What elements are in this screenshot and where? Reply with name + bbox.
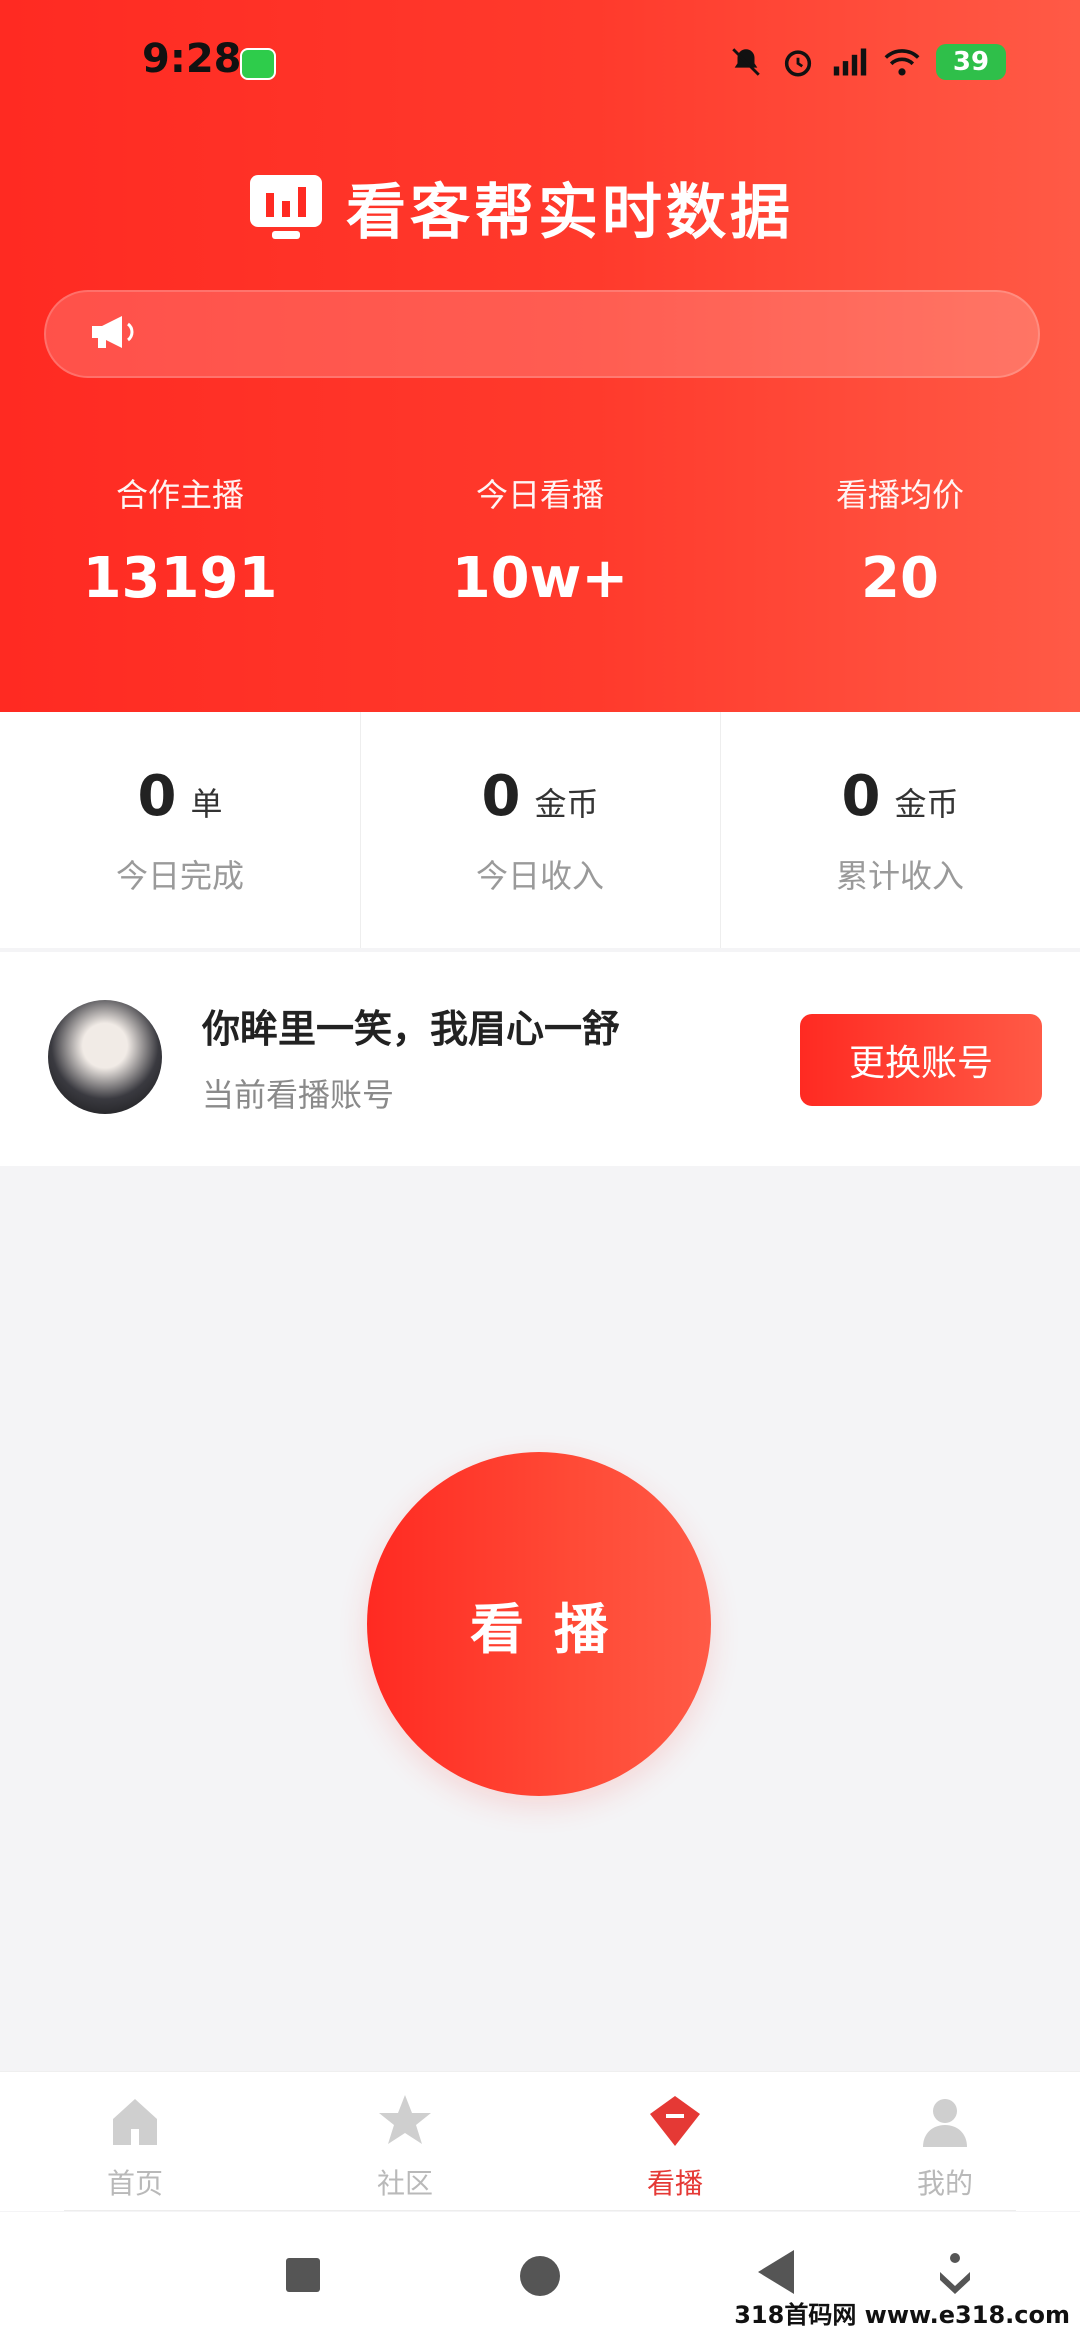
summary-label: 今日收入 <box>475 857 604 895</box>
tab-divider <box>64 2210 1016 2211</box>
current-account-card: 你眸里一笑，我眉心一舒 当前看播账号 更换账号 <box>0 952 1080 1166</box>
status-icons: 39 <box>728 44 1006 80</box>
alarm-icon <box>780 44 816 80</box>
bottom-tab-bar: 首页 社区 看播 我的 <box>0 2071 1080 2211</box>
status-time: 9:28 <box>142 36 242 82</box>
tab-label: 看播 <box>646 2167 703 2200</box>
signal-icon <box>832 44 868 80</box>
summary-total-income: 0 金币 累计收入 <box>720 712 1080 948</box>
summary-today-income: 0 金币 今日收入 <box>360 712 720 948</box>
stat-value: 20 <box>861 546 939 611</box>
stat-value: 13191 <box>82 546 278 611</box>
dropdown-nav-icon[interactable] <box>938 2252 972 2298</box>
stat-partner-hosts: 合作主播 13191 <box>0 470 360 611</box>
back-icon[interactable] <box>758 2250 794 2294</box>
recents-icon[interactable] <box>286 2258 320 2292</box>
avatar <box>48 1000 162 1114</box>
summary-value: 0 <box>841 764 881 829</box>
home-icon <box>106 2092 164 2150</box>
megaphone-icon <box>88 312 136 356</box>
status-bar: 9:28 39 <box>0 0 1080 120</box>
summary-value: 0 <box>481 764 521 829</box>
wifi-icon <box>884 44 920 80</box>
tab-label: 首页 <box>106 2167 163 2200</box>
platform-stats: 合作主播 13191 今日看播 10w+ 看播均价 20 <box>0 470 1080 611</box>
tab-label: 我的 <box>916 2167 973 2200</box>
switch-account-button[interactable]: 更换账号 <box>800 1014 1042 1106</box>
watch-live-button[interactable]: 看播 <box>367 1452 711 1796</box>
tab-label: 社区 <box>376 2167 433 2200</box>
diamond-icon <box>646 2092 704 2150</box>
summary-value: 0 <box>137 764 177 829</box>
tab-watch[interactable]: 看播 <box>540 2072 810 2211</box>
bell-muted-icon <box>728 44 764 80</box>
summary-today-completed: 0 单 今日完成 <box>0 712 360 948</box>
system-navigation-bar: 318首码网 www.e318.com <box>0 2212 1080 2340</box>
stat-today-views: 今日看播 10w+ <box>360 470 720 611</box>
account-name: 你眸里一笑，我眉心一舒 <box>202 1007 621 1051</box>
user-icon <box>916 2092 974 2150</box>
stat-label: 今日看播 <box>475 476 604 514</box>
summary-label: 今日完成 <box>115 857 244 895</box>
summary-unit: 金币 <box>894 785 959 823</box>
chart-logo-icon <box>248 173 324 243</box>
tab-community[interactable]: 社区 <box>270 2072 540 2211</box>
watermark: 318首码网 www.e318.com <box>734 2301 1070 2329</box>
battery-indicator: 39 <box>936 44 1006 80</box>
tab-mine[interactable]: 我的 <box>810 2072 1080 2211</box>
star-icon <box>376 2092 434 2150</box>
stat-label: 看播均价 <box>835 476 964 514</box>
notice-bar[interactable] <box>44 290 1040 378</box>
main-area: 看播 <box>0 1166 1080 2071</box>
message-notification-icon <box>240 48 276 80</box>
stat-avg-price: 看播均价 20 <box>720 470 1080 611</box>
summary-unit: 单 <box>190 785 223 823</box>
account-subtitle: 当前看播账号 <box>202 1076 395 1114</box>
brand: 看客帮实时数据 <box>248 164 794 251</box>
summary-label: 累计收入 <box>835 857 964 895</box>
header: 9:28 39 看客帮实时数据 合作主播 13191 今日看播 10w+ 看播均… <box>0 0 1080 712</box>
stat-label: 合作主播 <box>115 476 244 514</box>
home-nav-icon[interactable] <box>520 2256 560 2296</box>
tab-home[interactable]: 首页 <box>0 2072 270 2211</box>
summary-unit: 金币 <box>534 785 599 823</box>
earnings-summary: 0 单 今日完成 0 金币 今日收入 0 金币 累计收入 <box>0 712 1080 948</box>
brand-title: 看客帮实时数据 <box>346 178 794 248</box>
stat-value: 10w+ <box>451 546 629 611</box>
